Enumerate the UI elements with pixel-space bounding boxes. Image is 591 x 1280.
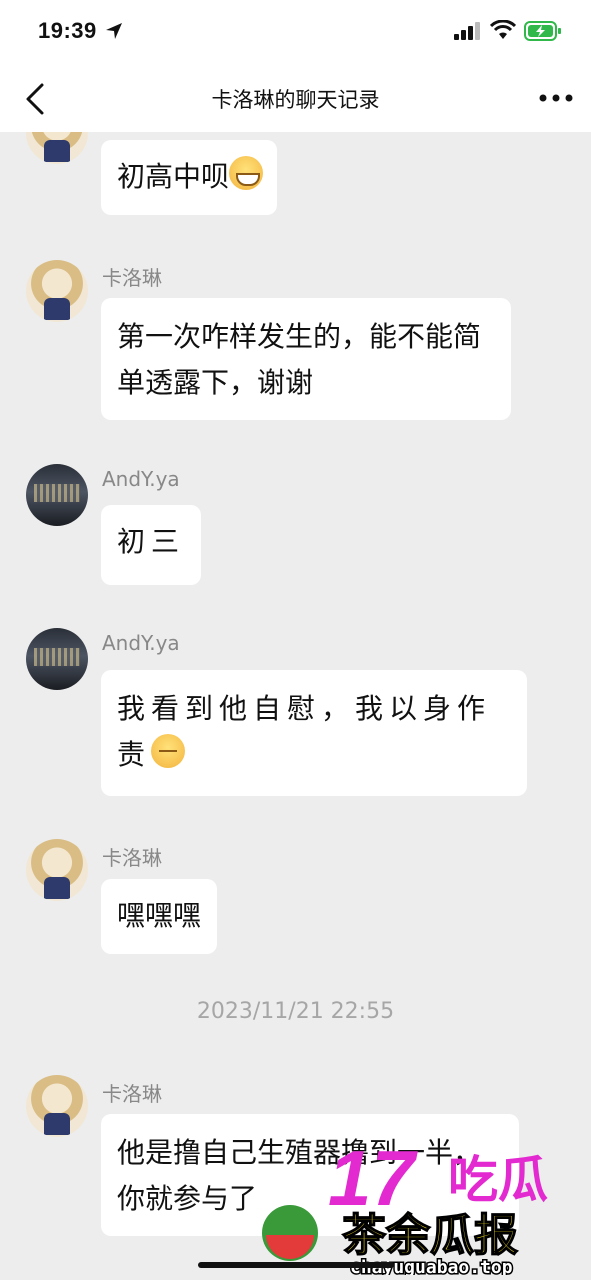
status-bar: 19:39 <box>0 0 591 64</box>
sender-name: 卡洛琳 <box>102 266 162 290</box>
chat-history[interactable]: 初高中呗 卡洛琳 第一次咋样发生的，能不能简单透露下，谢谢 AndY.ya 初三… <box>0 132 591 1280</box>
avatar[interactable] <box>26 260 88 322</box>
battery-charging-icon <box>524 21 561 41</box>
status-time: 19:39 <box>38 18 97 43</box>
message-bubble[interactable]: 我看到他自慰，我以身作责 <box>101 670 527 796</box>
message-bubble[interactable]: 他是撸自己生殖器撸到一半，你就参与了 <box>101 1114 519 1236</box>
more-options-icon[interactable] <box>538 92 574 104</box>
message-bubble[interactable]: 初三 <box>101 505 202 585</box>
chat-timestamp: 2023/11/21 22:55 <box>196 999 395 1024</box>
avatar[interactable] <box>26 1075 88 1137</box>
message-bubble[interactable]: 第一次咋样发生的，能不能简单透露下，谢谢 <box>101 298 511 420</box>
avatar[interactable] <box>26 132 88 164</box>
sender-name: AndY.ya <box>102 631 180 655</box>
message-text: 嘿嘿嘿 <box>117 899 202 932</box>
home-indicator[interactable] <box>198 1262 394 1268</box>
message-bubble[interactable]: 嘿嘿嘿 <box>101 879 218 954</box>
relieved-face-icon <box>151 734 186 768</box>
sender-name: 卡洛琳 <box>102 846 162 870</box>
message-bubble[interactable]: 初高中呗 <box>101 140 278 215</box>
message-text: 初三 <box>117 525 186 558</box>
message-text: 初高中呗 <box>117 160 230 193</box>
sender-name: AndY.ya <box>102 467 180 491</box>
page-title: 卡洛琳的聊天记录 <box>211 88 380 112</box>
location-arrow-icon <box>106 23 122 39</box>
avatar[interactable] <box>26 628 88 690</box>
cellular-signal-icon <box>454 22 480 40</box>
wifi-icon <box>490 20 516 39</box>
avatar[interactable] <box>26 839 88 901</box>
avatar[interactable] <box>26 464 88 526</box>
sender-name: 卡洛琳 <box>102 1082 162 1106</box>
grinning-face-icon <box>229 156 264 190</box>
message-text: 他是撸自己生殖器撸到一半，你就参与了 <box>117 1136 482 1215</box>
message-text: 第一次咋样发生的，能不能简单透露下，谢谢 <box>117 320 482 399</box>
nav-bar: 卡洛琳的聊天记录 <box>0 64 591 132</box>
